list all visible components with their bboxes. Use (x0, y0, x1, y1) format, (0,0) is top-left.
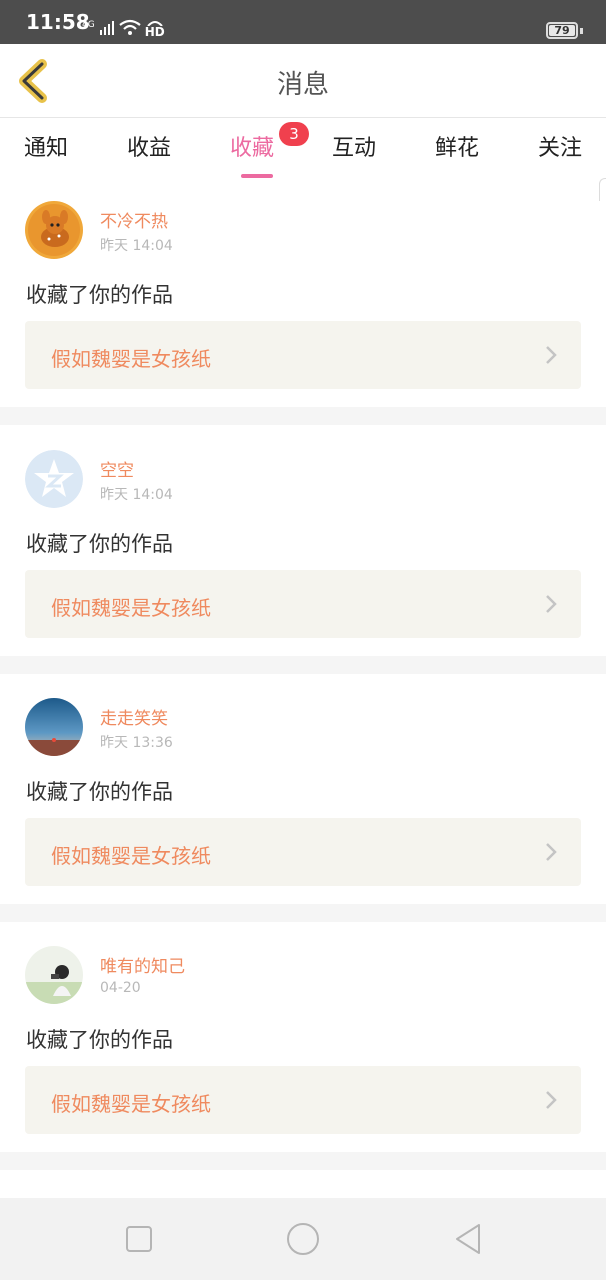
tab-income[interactable]: 收益 (104, 130, 194, 162)
recent-apps-button[interactable] (122, 1222, 156, 1256)
work-title: 假如魏婴是女孩纸 (51, 1092, 211, 1116)
list-item: 空空 昨天 14:04 收藏了你的作品 假如魏婴是女孩纸 (0, 450, 606, 656)
square-icon (126, 1226, 152, 1252)
timestamp: 昨天 13:36 (100, 735, 173, 751)
page-title: 消息 (276, 70, 329, 100)
work-card[interactable]: 假如魏婴是女孩纸 (25, 570, 581, 638)
timestamp: 昨天 14:04 (100, 487, 173, 503)
status-time: 11:58 (26, 10, 90, 34)
work-card[interactable]: 假如魏婴是女孩纸 (25, 818, 581, 886)
system-back-button[interactable] (452, 1222, 486, 1256)
timestamp: 04-20 (100, 980, 141, 996)
user-name[interactable]: 不冷不热 (100, 207, 168, 232)
work-title: 假如魏婴是女孩纸 (51, 347, 211, 371)
tab-interaction[interactable]: 互动 (309, 130, 399, 162)
chevron-right-icon (546, 595, 557, 613)
avatar[interactable] (25, 946, 83, 1004)
action-text: 收藏了你的作品 (26, 1028, 173, 1052)
action-text: 收藏了你的作品 (26, 532, 173, 556)
user-name[interactable]: 唯有的知己 (100, 952, 185, 977)
list-item: 走走笑笑 昨天 13:36 收藏了你的作品 假如魏婴是女孩纸 (0, 698, 606, 904)
network-label: 4G (82, 19, 95, 30)
user-name[interactable]: 空空 (100, 456, 134, 481)
circle-icon (287, 1223, 319, 1255)
chevron-right-icon (546, 1091, 557, 1109)
user-name[interactable]: 走走笑笑 (100, 704, 168, 729)
divider (0, 1152, 606, 1170)
work-card[interactable]: 假如魏婴是女孩纸 (25, 321, 581, 389)
battery-level: 79 (554, 24, 570, 37)
avatar[interactable] (25, 698, 83, 756)
tab-bar: 通知 收益 收藏 3 互动 鲜花 关注 (0, 118, 606, 178)
action-text: 收藏了你的作品 (26, 780, 173, 804)
timestamp: 昨天 14:04 (100, 238, 173, 254)
tab-underline (241, 174, 273, 178)
divider (0, 407, 606, 425)
divider (0, 904, 606, 922)
home-button[interactable] (286, 1222, 320, 1256)
work-title: 假如魏婴是女孩纸 (51, 596, 211, 620)
work-title: 假如魏婴是女孩纸 (51, 844, 211, 868)
header: 消息 (0, 44, 606, 118)
avatar[interactable] (25, 201, 83, 259)
wifi-icon (119, 19, 141, 35)
action-text: 收藏了你的作品 (26, 283, 173, 307)
hd-icon: HD (145, 18, 165, 38)
list-item: 不冷不热 昨天 14:04 收藏了你的作品 假如魏婴是女孩纸 (0, 201, 606, 407)
avatar[interactable] (25, 450, 83, 508)
tab-flowers[interactable]: 鲜花 (412, 130, 502, 162)
signal-icon (99, 21, 114, 35)
tab-favorites[interactable]: 收藏 3 (207, 122, 309, 178)
chevron-right-icon (546, 346, 557, 364)
list-item: 唯有的知己 04-20 收藏了你的作品 假如魏婴是女孩纸 (0, 946, 606, 1152)
battery-icon: 79 (546, 22, 578, 39)
system-nav-bar (0, 1198, 606, 1280)
chevron-right-icon (546, 843, 557, 861)
tab-follow[interactable]: 关注 (515, 130, 605, 162)
work-card[interactable]: 假如魏婴是女孩纸 (25, 1066, 581, 1134)
status-bar: 11:58 4G HD 79 (0, 0, 606, 44)
tab-badge: 3 (279, 122, 309, 146)
divider (0, 656, 606, 674)
tab-notice[interactable]: 通知 (1, 130, 91, 162)
triangle-back-icon (456, 1224, 480, 1254)
